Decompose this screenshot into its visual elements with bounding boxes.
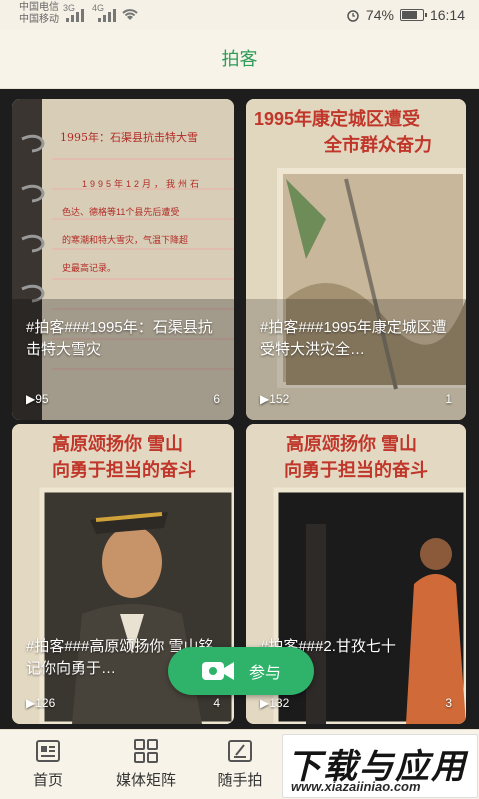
video-camera-icon xyxy=(201,662,234,680)
tab-media-matrix-label: 媒体矩阵 xyxy=(115,772,176,789)
app-header: 拍客 xyxy=(0,30,479,89)
page-title: 拍客 xyxy=(221,49,258,69)
battery-icon xyxy=(399,9,427,21)
alarm-icon xyxy=(347,10,359,22)
play-count-value: 126 xyxy=(35,696,56,710)
banner-line-2: 向勇于担当的奋斗 xyxy=(284,460,428,480)
video-thumbnail-1 xyxy=(12,99,234,420)
comment-count: 4 xyxy=(213,696,220,710)
card-stats: ▶132 3 xyxy=(260,696,452,710)
play-icon: ▶ xyxy=(26,696,36,710)
network-4g: 4G xyxy=(92,3,105,13)
tab-home[interactable]: 首页 xyxy=(8,730,88,799)
banner-line-2: 向勇于担当的奋斗 xyxy=(52,460,196,480)
doc-line-2: 色达、德格等11个县先后遭受 xyxy=(62,207,180,217)
content-grid: 1995年：石渠县抗击特大雪 1995年12月，我州石 色达、德格等11个县先后… xyxy=(0,89,479,729)
doc-line-4: 史最高记录。 xyxy=(62,263,117,273)
battery-percent: 74% xyxy=(365,7,394,23)
play-icon: ▶ xyxy=(260,392,270,406)
card-stats: ▶95 6 xyxy=(26,392,220,406)
grid-icon xyxy=(134,739,158,763)
doc-title: 1995年：石渠县抗击特大雪 xyxy=(60,131,198,144)
participate-label: 参与 xyxy=(248,665,281,682)
video-card-2[interactable]: 1995年康定城区遭受 全市群众奋力 #拍客###1995年康定城区遭受特大洪灾… xyxy=(246,99,466,420)
play-count-value: 152 xyxy=(269,392,290,406)
play-count: ▶126 xyxy=(26,696,55,710)
edit-icon xyxy=(228,740,252,762)
tab-snapshot-label: 随手拍 xyxy=(217,772,263,789)
card-caption: #拍客###1995年康定城区遭受特大洪灾全… xyxy=(260,319,447,358)
status-bar: 中国电信 中国移动 3G 4G 74% 16:14 xyxy=(0,0,479,30)
tab-snapshot[interactable]: 随手拍 xyxy=(200,730,280,799)
video-card-1[interactable]: 1995年：石渠县抗击特大雪 1995年12月，我州石 色达、德格等11个县先后… xyxy=(12,99,234,420)
play-count-value: 132 xyxy=(269,696,290,710)
battery-fill xyxy=(401,11,417,19)
doc-line-1: 1995年12月，我州石 xyxy=(82,179,203,189)
watermark-logo: 下载与应用 www.xiazaiiniao.com xyxy=(282,734,478,798)
carrier-2: 中国移动 xyxy=(19,14,59,25)
banner-line-1: 高原颂扬你 雪山 xyxy=(52,434,184,454)
tab-home-label: 首页 xyxy=(32,772,63,789)
play-count: ▶152 xyxy=(260,392,289,406)
carrier-info: 中国电信 中国移动 xyxy=(19,2,59,26)
comment-count: 3 xyxy=(445,696,452,710)
card-caption: #拍客###1995年：石渠县抗击特大雪灾 xyxy=(26,319,213,358)
play-count-value: 95 xyxy=(35,392,49,406)
clock: 16:14 xyxy=(429,7,465,23)
play-icon: ▶ xyxy=(26,392,36,406)
banner-line-1: 高原颂扬你 雪山 xyxy=(286,434,418,454)
watermark-url: www.xiazaiiniao.com xyxy=(291,779,421,794)
doc-line-3: 的寒潮和特大雪灾，气温下降超 xyxy=(62,235,189,245)
play-count: ▶132 xyxy=(260,696,289,710)
comment-count: 1 xyxy=(445,392,452,406)
carrier-1: 中国电信 xyxy=(19,2,59,13)
comment-count: 6 xyxy=(213,392,220,406)
card-stats: ▶152 1 xyxy=(260,392,452,406)
play-count: ▶95 xyxy=(26,392,49,406)
play-icon: ▶ xyxy=(260,696,270,710)
banner-line-2: 全市群众奋力 xyxy=(324,135,432,155)
participate-button[interactable]: 参与 xyxy=(168,647,314,695)
network-3g: 3G xyxy=(63,3,76,13)
tab-media-matrix[interactable]: 媒体矩阵 xyxy=(98,730,194,799)
wifi-icon xyxy=(122,9,138,20)
banner-line-1: 1995年康定城区遭受 xyxy=(254,109,421,129)
card-stats: ▶126 4 xyxy=(26,696,220,710)
status-right: 74% 16:14 xyxy=(346,7,465,23)
home-news-icon xyxy=(36,740,60,762)
